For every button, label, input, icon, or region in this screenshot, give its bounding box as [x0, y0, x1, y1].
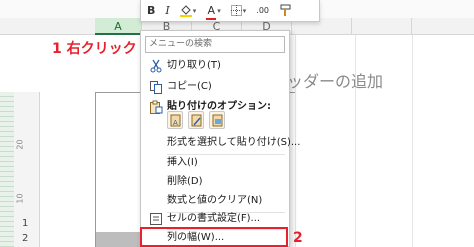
fill-color-icon	[179, 5, 192, 17]
bold-button[interactable]: B	[147, 1, 155, 21]
column-header-a[interactable]: A	[95, 18, 142, 35]
highlight-column-width	[140, 227, 288, 247]
grid-line	[412, 35, 413, 247]
borders-icon	[230, 5, 242, 16]
italic-button[interactable]: I	[165, 1, 169, 21]
decimal-icon: .00	[256, 5, 270, 15]
chevron-down-icon[interactable]: ▾	[243, 1, 247, 21]
menu-item-delete[interactable]: 削除(D)	[141, 172, 289, 192]
fill-color-button[interactable]: ▾	[179, 1, 197, 21]
font-color-icon: A	[207, 3, 216, 17]
svg-text:A: A	[173, 119, 178, 127]
mini-toolbar: B I ▾ A ▾ ▾ .00	[140, 0, 320, 22]
format-painter-button[interactable]	[279, 4, 291, 17]
menu-item-label: セルの書式設定(F)...	[167, 213, 261, 224]
ruler-tick: 20	[15, 139, 25, 150]
paste-options-row: A	[167, 111, 225, 131]
decimal-button[interactable]: .00	[256, 1, 269, 21]
page-layout-gutter	[0, 92, 14, 247]
grid-line	[355, 35, 356, 247]
menu-item-label: 形式を選択して貼り付け(S)...	[167, 137, 301, 148]
menu-item-label: 挿入(I)	[167, 157, 198, 168]
menu-item-copy[interactable]: コピー(C)	[141, 77, 289, 97]
context-menu: メニューの検索 切り取り(T) コピー(C) 貼り付けのオプション: A 形式を…	[140, 30, 300, 247]
menu-item-cut[interactable]: 切り取り(T)	[141, 56, 289, 76]
menu-item-label: 切り取り(T)	[167, 60, 221, 71]
menu-item-label: コピー(C)	[167, 81, 212, 92]
clipboard-icon	[149, 100, 163, 114]
ruler-tick: 10	[15, 193, 25, 204]
scissors-icon	[149, 59, 163, 73]
annotation-step-2: 2	[293, 230, 303, 246]
paste-formulas-icon[interactable]	[188, 111, 204, 129]
menu-item-format-cells[interactable]: セルの書式設定(F)...	[141, 209, 289, 229]
menu-item-label: 数式と値のクリア(N)	[167, 195, 263, 206]
chevron-down-icon[interactable]: ▾	[193, 1, 197, 21]
row-number-2[interactable]: 2	[22, 233, 28, 244]
font-color-button[interactable]: A ▾	[206, 1, 221, 21]
header-placeholder-text[interactable]: ッダーの追加	[287, 68, 383, 92]
copy-icon	[149, 80, 163, 94]
chevron-down-icon[interactable]: ▾	[217, 1, 221, 21]
format-painter-icon	[280, 4, 291, 16]
format-cells-icon	[149, 212, 163, 226]
paste-picture-icon[interactable]	[209, 111, 225, 129]
menu-item-paste-special[interactable]: 形式を選択して貼り付け(S)...	[141, 133, 300, 153]
annotation-step-1: 1 右クリック	[52, 41, 137, 57]
menu-item-clear-contents[interactable]: 数式と値のクリア(N)	[141, 191, 289, 211]
menu-search-input[interactable]: メニューの検索	[145, 36, 285, 53]
borders-button[interactable]: ▾	[230, 1, 247, 21]
menu-item-insert[interactable]: 挿入(I)	[141, 153, 289, 173]
column-header-g[interactable]	[412, 18, 474, 35]
column-header-f[interactable]	[352, 18, 412, 35]
row-number-1[interactable]: 1	[22, 218, 28, 229]
paste-icon[interactable]: A	[167, 111, 183, 129]
menu-item-label: 削除(D)	[167, 176, 203, 187]
